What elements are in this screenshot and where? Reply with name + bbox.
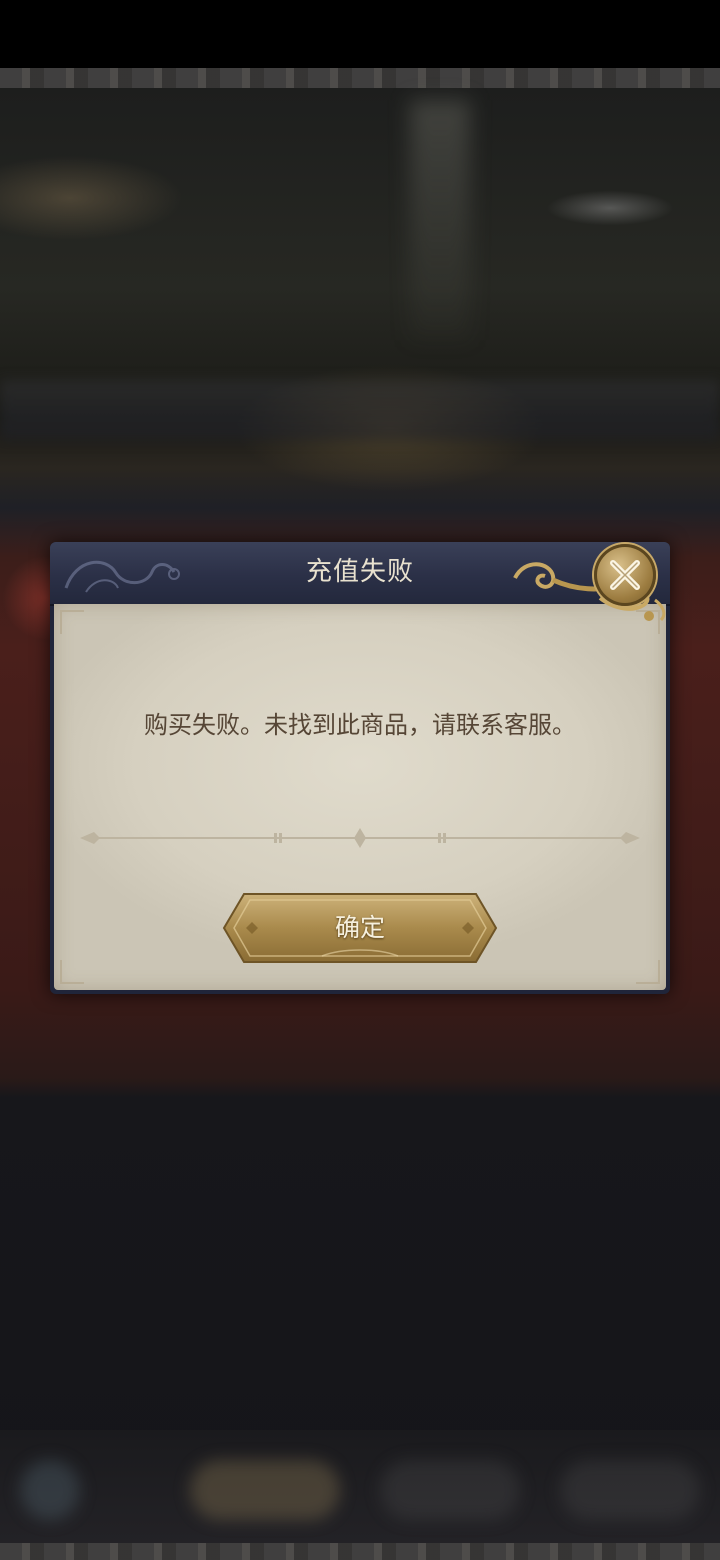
status-bar [0,0,720,68]
dialog-message: 购买失败。未找到此商品，请联系客服。 [144,711,576,739]
bottom-nav-item-3 [380,1460,520,1520]
close-button[interactable] [594,544,656,606]
background-lamp [410,100,470,340]
game-screen: 充值失败 购买失败。未找到此商品，请联系客服。 确定 [0,0,720,1560]
ornamental-divider [80,828,640,848]
close-x-icon [610,560,640,590]
corner-ornament-top-left [60,610,84,634]
background-shelf [0,380,720,440]
bottom-nav-item-2 [190,1460,340,1520]
confirm-button[interactable] [222,890,498,966]
bottom-nav-item-1 [20,1460,80,1520]
bottom-nav-item-4 [560,1460,700,1520]
corner-ornament-bottom-left [60,960,84,984]
bottom-ornament-border [0,1543,720,1560]
top-ornament-border [0,68,720,88]
corner-ornament-bottom-right [636,960,660,984]
